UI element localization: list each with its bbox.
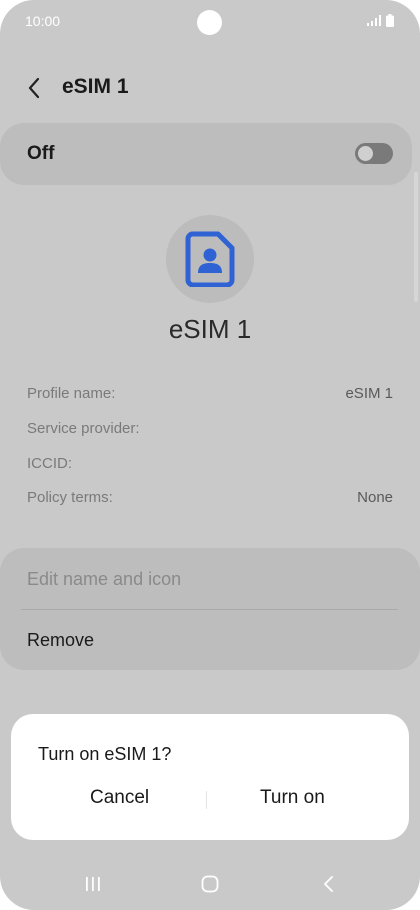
- sim-card-person-icon: [185, 231, 235, 287]
- sim-toggle-switch[interactable]: [355, 143, 393, 164]
- scrollbar[interactable]: [414, 172, 418, 302]
- info-row-profile-name: Profile name: eSIM 1: [27, 385, 393, 402]
- info-value: None: [357, 489, 393, 506]
- remove-item[interactable]: Remove: [27, 630, 94, 651]
- divider: [21, 609, 398, 610]
- page-title: eSIM 1: [62, 75, 129, 98]
- info-row-iccid: ICCID:: [27, 455, 393, 472]
- recent-apps-icon[interactable]: [84, 875, 102, 893]
- dialog-button-separator: [206, 791, 207, 809]
- sim-avatar: [166, 215, 254, 303]
- info-value: eSIM 1: [345, 385, 393, 402]
- turn-on-dialog: Turn on eSIM 1? Cancel Turn on: [11, 714, 409, 840]
- home-icon[interactable]: [201, 875, 219, 893]
- info-label: ICCID:: [27, 455, 72, 472]
- camera-cutout: [197, 10, 222, 35]
- nav-back-icon[interactable]: [320, 875, 338, 893]
- status-time: 10:00: [25, 13, 61, 29]
- toggle-knob: [358, 146, 373, 161]
- battery-icon: [386, 14, 394, 27]
- sim-name: eSIM 1: [168, 314, 252, 344]
- sim-toggle-label: Off: [27, 143, 55, 164]
- edit-name-icon-item[interactable]: Edit name and icon: [27, 569, 181, 590]
- info-label: Policy terms:: [27, 489, 113, 506]
- dialog-title: Turn on eSIM 1?: [38, 744, 172, 764]
- info-row-policy-terms: Policy terms: None: [27, 489, 393, 506]
- info-label: Profile name:: [27, 385, 116, 402]
- cancel-button[interactable]: Cancel: [90, 787, 149, 809]
- signal-icon: [367, 15, 381, 26]
- turn-on-button[interactable]: Turn on: [260, 787, 325, 809]
- back-icon[interactable]: [22, 74, 48, 102]
- sim-toggle-card[interactable]: [0, 123, 412, 185]
- info-label: Service provider:: [27, 420, 140, 437]
- status-icons: [367, 14, 394, 27]
- info-row-service-provider: Service provider:: [27, 420, 393, 437]
- phone-screen: 10:00 eSIM 1 Off eSIM 1 Profile name: eS…: [0, 0, 420, 910]
